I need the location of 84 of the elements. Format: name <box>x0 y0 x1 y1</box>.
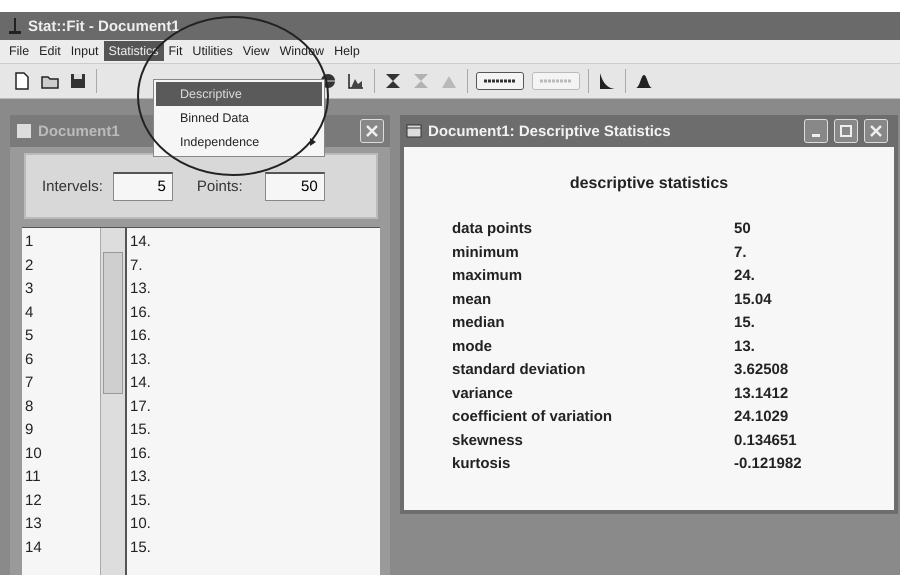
row-number: 11 <box>25 467 42 487</box>
table-cell-text: 15. <box>130 490 151 510</box>
menu-item[interactable]: Independence <box>156 130 322 154</box>
menu-item[interactable]: Fit <box>164 41 188 62</box>
toolbar-button[interactable] <box>476 72 524 90</box>
stat-value: 15.04 <box>734 290 772 308</box>
scrollbar[interactable] <box>100 228 127 575</box>
field-label: Points: <box>196 178 243 194</box>
input-field[interactable]: 50 <box>264 172 325 200</box>
table-cell-text: 13. <box>130 467 151 487</box>
row-number: 14 <box>25 538 43 558</box>
table-cell-text: 16. <box>130 326 151 346</box>
row-number: 10 <box>25 444 43 464</box>
document-icon <box>16 123 32 139</box>
row-number: 12 <box>25 490 43 510</box>
close-button[interactable] <box>864 119 888 143</box>
report-heading: descriptive statistics <box>570 175 728 193</box>
stat-value: -0.121982 <box>734 455 802 472</box>
table-cell-text: 13. <box>130 350 151 370</box>
stat-label: median <box>452 314 506 332</box>
menu-item[interactable]: Edit <box>34 41 66 62</box>
maximize-icon <box>840 125 852 137</box>
table-cell-text: 15. <box>130 538 151 558</box>
stat-value: 7. <box>734 244 747 261</box>
menu-item[interactable]: Descriptive <box>156 82 322 106</box>
stat-value: 24.1029 <box>734 408 788 426</box>
row-number: 5 <box>25 326 34 346</box>
menu-item[interactable]: Input <box>66 41 104 62</box>
table-cell-text: 16. <box>130 444 151 464</box>
stat-value: 24. <box>734 267 755 284</box>
menu-item[interactable]: Statistics <box>104 41 164 62</box>
stat-label: minimum <box>452 244 520 261</box>
stat-value: 13. <box>734 338 755 355</box>
menu-item[interactable]: Help <box>329 41 365 62</box>
window-icon <box>406 124 422 138</box>
row-number: 7 <box>25 373 34 393</box>
row-number: 6 <box>25 350 34 370</box>
close-icon <box>365 124 379 138</box>
row-number: 13 <box>25 514 43 534</box>
table-cell-text: 14. <box>130 232 151 252</box>
minimize-icon <box>812 134 820 136</box>
app-icon <box>8 17 22 36</box>
window-title: Document1 <box>38 122 121 140</box>
row-number: 1 <box>25 232 34 252</box>
stat-label: variance <box>452 384 514 402</box>
row-number: 8 <box>25 396 34 416</box>
table-cell-text: 14. <box>130 373 151 393</box>
table-cell-text: 10. <box>130 514 151 534</box>
row-number: 4 <box>25 302 34 322</box>
dash-line-icon <box>538 76 574 85</box>
stat-label: data points <box>452 220 534 238</box>
menu-item[interactable]: View <box>238 41 275 62</box>
close-icon <box>869 124 883 138</box>
stat-label: standard deviation <box>452 361 586 378</box>
stat-value: 0.134651 <box>734 432 797 449</box>
dash-line-icon <box>482 76 518 85</box>
input-field[interactable]: 5 <box>112 172 173 200</box>
stat-label: mode <box>452 338 494 355</box>
table-cell-text: 7. <box>130 256 144 276</box>
stat-value: 13.1412 <box>734 384 788 402</box>
stat-label: skewness <box>452 432 524 449</box>
table-cell-text: 17. <box>130 396 151 416</box>
stat-value: 15. <box>734 314 755 332</box>
maximize-button[interactable] <box>834 119 858 143</box>
table-cell-text: 16. <box>130 302 151 322</box>
field-label: Intervels: <box>42 178 103 194</box>
menu-item[interactable]: File <box>4 41 34 62</box>
menu-item[interactable]: Utilities <box>187 41 238 62</box>
stat-label: maximum <box>452 267 524 284</box>
close-button[interactable] <box>360 119 384 143</box>
stat-value: 3.62508 <box>734 361 788 378</box>
minimize-button[interactable] <box>804 119 828 143</box>
row-number: 9 <box>25 420 34 440</box>
table-cell-text: 13. <box>130 279 151 299</box>
window-title: Document1: Descriptive Statistics <box>428 122 672 140</box>
stat-label: coefficient of variation <box>452 408 614 426</box>
menu-item[interactable]: Binned Data <box>156 106 322 130</box>
window-title: Stat::Fit - Document1 <box>28 18 180 35</box>
stat-value: 50 <box>734 220 751 238</box>
table-cell-text: 15. <box>130 420 151 440</box>
stat-label: mean <box>452 290 492 308</box>
row-number: 2 <box>25 256 34 276</box>
row-number: 3 <box>25 279 34 299</box>
stat-label: kurtosis <box>452 455 512 472</box>
